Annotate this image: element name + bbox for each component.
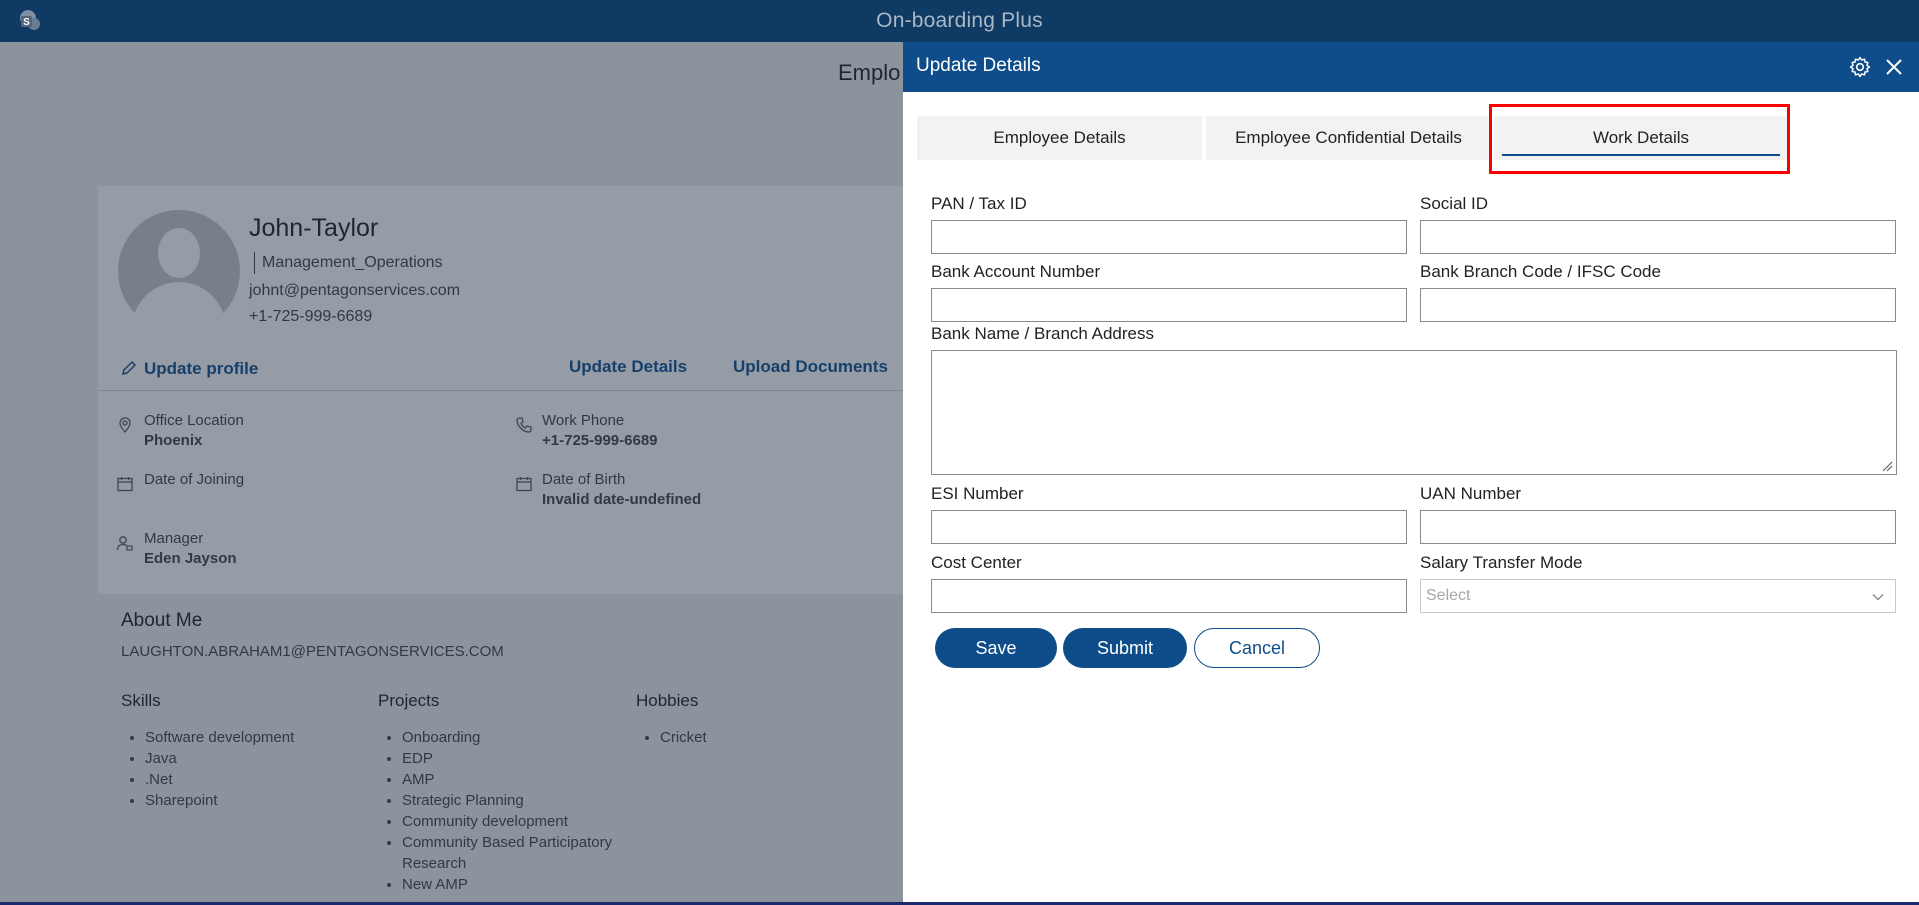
app-title: On-boarding Plus (876, 9, 1043, 32)
work-phone-label: Work Phone (542, 412, 625, 429)
svg-text:S: S (23, 17, 30, 28)
pan-tax-id-input[interactable] (931, 220, 1407, 254)
upload-documents-link[interactable]: Upload Documents (733, 357, 888, 377)
update-details-panel: Update Details Employee Details Employee… (903, 42, 1919, 905)
list-item: Onboarding (402, 727, 612, 748)
list-item: Community development (402, 811, 612, 832)
date-of-birth-label: Date of Birth (542, 471, 626, 488)
projects-list: Onboarding EDP AMP Strategic Planning Co… (378, 727, 612, 895)
active-tab-underline (1502, 154, 1780, 156)
update-profile-label: Update profile (144, 359, 259, 378)
bank-account-number-input[interactable] (931, 288, 1407, 322)
pencil-icon (121, 360, 137, 376)
skills-title: Skills (121, 691, 161, 710)
skills-list: Software development Java .Net Sharepoin… (121, 727, 294, 811)
date-of-joining-label: Date of Joining (144, 471, 245, 488)
about-me-email: LAUGHTON.ABRAHAM1@PENTAGONSERVICES.COM (121, 643, 504, 660)
list-item: New AMP (402, 874, 612, 895)
pan-tax-id-label: PAN / Tax ID (931, 194, 1027, 213)
list-item: Software development (145, 727, 294, 748)
hobbies-title: Hobbies (636, 691, 699, 710)
office-location-value: Phoenix (144, 432, 203, 449)
about-me-title: About Me (121, 610, 203, 631)
list-item: AMP (402, 769, 612, 790)
list-item: .Net (145, 769, 294, 790)
panel-header: Update Details (903, 42, 1919, 92)
list-item: Community Based Participatory (402, 832, 612, 853)
work-phone-value: +1-725-999-6689 (542, 432, 658, 449)
profile-email: johnt@pentagonservices.com (249, 282, 461, 299)
bank-name-branch-address-label: Bank Name / Branch Address (931, 324, 1155, 343)
salary-transfer-mode-value: Select (1426, 587, 1471, 604)
bank-account-number-label: Bank Account Number (931, 262, 1101, 281)
app-top-bar: S On-boarding Plus (0, 0, 1919, 42)
list-item: Java (145, 748, 294, 769)
sharepoint-logo-icon[interactable]: S (18, 9, 42, 33)
projects-title: Projects (378, 691, 440, 710)
social-id-label: Social ID (1420, 194, 1489, 213)
phone-icon (516, 417, 532, 433)
page-title: Emplo (838, 60, 901, 85)
chevron-down-icon (1872, 594, 1884, 601)
bank-branch-code-label: Bank Branch Code / IFSC Code (1420, 262, 1661, 281)
close-icon[interactable] (1882, 55, 1906, 79)
save-button[interactable]: Save (935, 628, 1057, 668)
list-item: Strategic Planning (402, 790, 612, 811)
uan-number-input[interactable] (1420, 510, 1896, 544)
esi-number-label: ESI Number (931, 484, 1024, 503)
calendar-icon (117, 477, 133, 492)
list-item: Cricket (660, 727, 707, 748)
manager-label: Manager (144, 530, 204, 547)
avatar (118, 210, 240, 332)
tab-label: Employee Confidential Details (1235, 128, 1462, 147)
profile-divider (98, 390, 903, 391)
manager-value: Eden Jayson (144, 550, 237, 567)
calendar-icon (516, 477, 532, 492)
office-location-label: Office Location (144, 412, 244, 429)
social-id-input[interactable] (1420, 220, 1896, 254)
bank-branch-code-input[interactable] (1420, 288, 1896, 322)
gear-icon[interactable] (1848, 55, 1872, 79)
profile-phone: +1-725-999-6689 (249, 308, 373, 325)
salary-transfer-mode-select[interactable]: Select (1420, 579, 1896, 613)
profile-name: John-Taylor (249, 214, 379, 242)
tab-label: Employee Details (993, 128, 1126, 147)
location-pin-icon (119, 417, 131, 433)
list-item: Research (402, 855, 467, 872)
tab-employee-confidential-details[interactable]: Employee Confidential Details (1206, 116, 1491, 160)
update-details-link[interactable]: Update Details (569, 357, 687, 377)
panel-title: Update Details (916, 55, 1041, 76)
bank-name-branch-address-textarea[interactable] (931, 350, 1897, 475)
resize-handle-icon[interactable] (1881, 460, 1893, 472)
tab-work-details[interactable]: Work Details (1494, 116, 1788, 160)
submit-button[interactable]: Submit (1063, 628, 1187, 668)
tab-label: Work Details (1592, 128, 1690, 147)
user-icon (116, 536, 133, 551)
hobbies-list: Cricket (636, 727, 707, 748)
cost-center-input[interactable] (931, 579, 1407, 613)
update-profile-link[interactable]: Update profile (120, 359, 258, 379)
salary-transfer-mode-label: Salary Transfer Mode (1420, 553, 1583, 572)
profile-department: Management_Operations (254, 252, 443, 274)
esi-number-input[interactable] (931, 510, 1407, 544)
uan-number-label: UAN Number (1420, 484, 1522, 503)
cancel-button[interactable]: Cancel (1194, 628, 1320, 668)
date-of-birth-value: Invalid date-undefined (542, 491, 702, 508)
list-item: Sharepoint (145, 790, 294, 811)
cost-center-label: Cost Center (931, 553, 1022, 572)
list-item: EDP (402, 748, 612, 769)
tab-employee-details[interactable]: Employee Details (917, 116, 1202, 160)
